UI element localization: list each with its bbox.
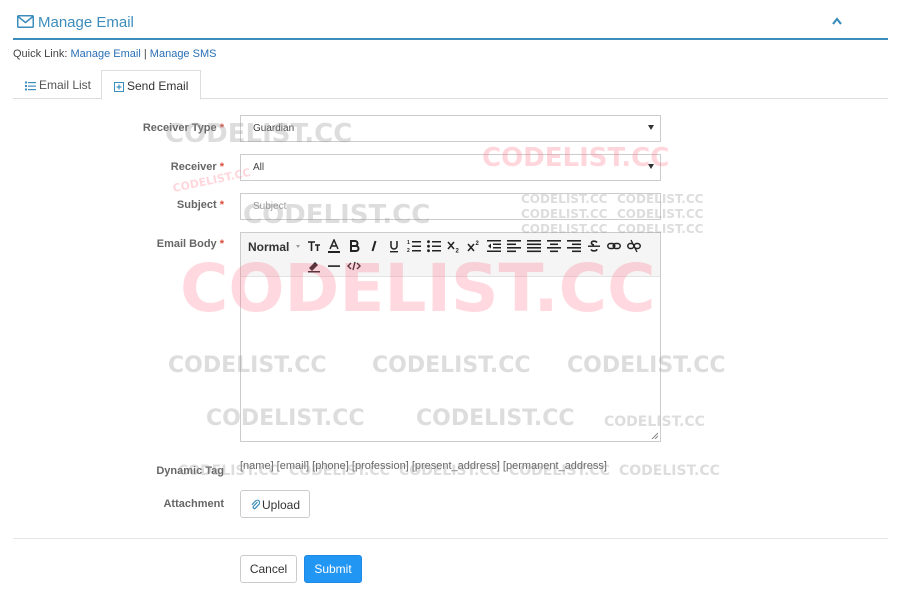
- resize-handle-icon[interactable]: [651, 432, 658, 439]
- paragraph-format-select[interactable]: Normal: [248, 240, 289, 254]
- required-mark: *: [219, 238, 224, 250]
- manage-sms-link[interactable]: Manage SMS: [150, 48, 217, 60]
- caret-down-icon: [648, 164, 654, 169]
- submit-button[interactable]: Submit: [304, 555, 362, 583]
- unordered-list-icon[interactable]: [427, 239, 441, 253]
- tab-send-email-label: Send Email: [127, 79, 189, 93]
- required-mark: *: [219, 122, 224, 134]
- unlink-icon[interactable]: [627, 239, 641, 253]
- receiver-select[interactable]: All: [240, 154, 661, 181]
- envelope-icon: [17, 15, 34, 28]
- quick-link-prefix: Quick Link:: [13, 48, 68, 60]
- required-mark: *: [219, 199, 224, 211]
- page-title: Manage Email: [38, 14, 134, 31]
- highlight-icon[interactable]: [307, 259, 321, 273]
- caret-down-icon: [296, 245, 300, 248]
- email-body-editor[interactable]: Normal 12 2 2: [240, 232, 661, 442]
- quick-link-separator: |: [143, 48, 147, 60]
- form-divider: [13, 538, 888, 539]
- required-mark: *: [219, 161, 224, 173]
- align-left-icon[interactable]: [507, 239, 521, 253]
- paperclip-icon: [251, 499, 261, 510]
- email-body-label-text: Email Body: [156, 238, 217, 250]
- svg-text:1: 1: [407, 240, 410, 246]
- receiver-type-label: Receiver Type *: [12, 122, 224, 134]
- tab-bar: Email List Send Email: [13, 70, 888, 100]
- subject-input[interactable]: Subject: [240, 193, 661, 220]
- horizontal-rule-icon[interactable]: [327, 259, 341, 273]
- quick-links: Quick Link: Manage Email | Manage SMS: [13, 48, 216, 60]
- align-center-icon[interactable]: [547, 239, 561, 253]
- plus-square-icon: [114, 82, 124, 92]
- subscript-icon[interactable]: 2: [447, 239, 461, 255]
- svg-text:2: 2: [456, 249, 460, 254]
- svg-text:2: 2: [407, 248, 410, 253]
- italic-icon[interactable]: [367, 239, 381, 253]
- email-body-label: Email Body *: [12, 238, 224, 250]
- upload-button[interactable]: Upload: [240, 490, 310, 518]
- strikethrough-icon[interactable]: [587, 239, 601, 253]
- receiver-value: All: [253, 162, 265, 173]
- caret-down-icon: [648, 125, 654, 130]
- ordered-list-icon[interactable]: 12: [407, 239, 421, 254]
- watermark: CODELIST.CC: [619, 463, 720, 479]
- receiver-type-select[interactable]: Guardian: [240, 115, 661, 142]
- align-right-icon[interactable]: [567, 239, 581, 253]
- manage-email-link[interactable]: Manage Email: [70, 48, 140, 60]
- svg-text:2: 2: [476, 241, 480, 247]
- dynamic-tag-values: [name] [email] [phone] [profession] [pre…: [240, 460, 607, 472]
- dynamic-tag-label: Dynamic Tag: [156, 465, 224, 477]
- upload-button-label: Upload: [262, 498, 301, 512]
- subject-placeholder: Subject: [253, 201, 287, 212]
- tab-send-email[interactable]: Send Email: [101, 70, 202, 100]
- underline-icon[interactable]: [387, 239, 401, 253]
- justify-icon[interactable]: [527, 239, 541, 253]
- receiver-label: Receiver *: [12, 161, 224, 173]
- font-size-icon[interactable]: [307, 239, 321, 253]
- tab-email-list-label: Email List: [39, 78, 92, 92]
- attachment-label: Attachment: [163, 498, 224, 510]
- superscript-icon[interactable]: 2: [467, 239, 481, 253]
- cancel-button[interactable]: Cancel: [240, 555, 297, 583]
- subject-label-text: Subject: [176, 199, 217, 211]
- link-icon[interactable]: [607, 239, 621, 253]
- outdent-icon[interactable]: [487, 239, 501, 253]
- list-icon: [25, 81, 36, 91]
- receiver-label-text: Receiver: [170, 161, 217, 173]
- font-color-icon[interactable]: [327, 238, 341, 253]
- editor-toolbar: Normal 12 2 2: [241, 233, 660, 277]
- receiver-type-label-text: Receiver Type: [142, 122, 217, 134]
- receiver-type-value: Guardian: [253, 123, 295, 134]
- subject-label: Subject *: [12, 199, 224, 211]
- tab-email-list[interactable]: Email List: [13, 70, 103, 99]
- code-view-icon[interactable]: [347, 259, 361, 273]
- chevron-up-icon[interactable]: [831, 16, 843, 26]
- bold-icon[interactable]: [347, 239, 361, 253]
- box-header: Manage Email: [13, 8, 888, 40]
